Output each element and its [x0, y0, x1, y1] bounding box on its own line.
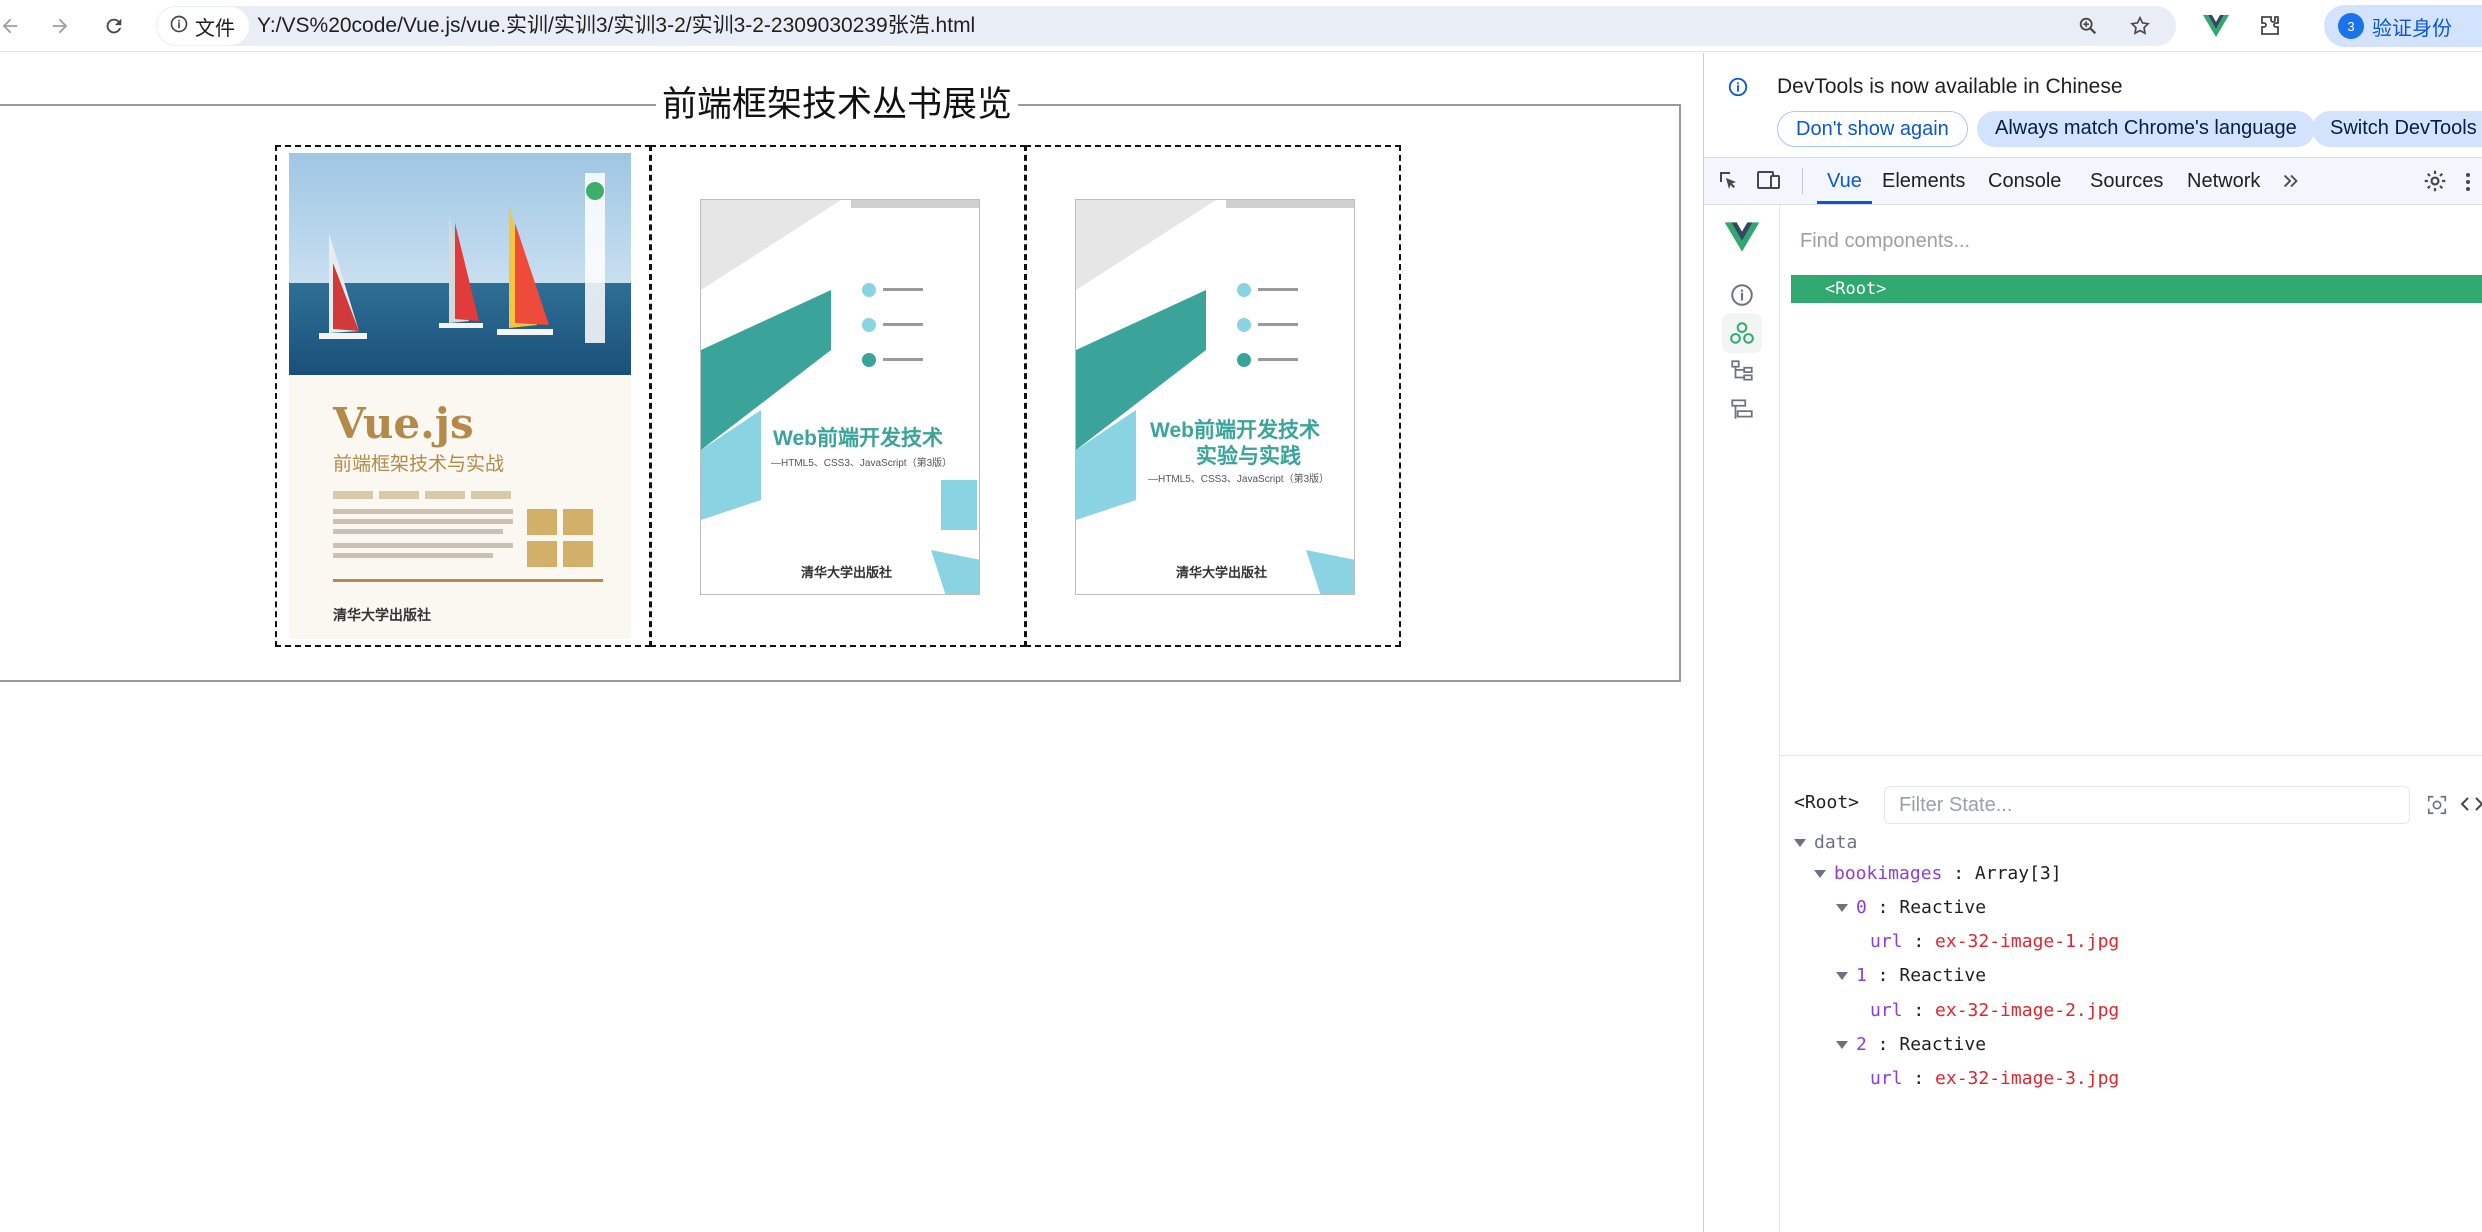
component-tree-icon[interactable]: [1722, 351, 1762, 391]
component-tree-root-row[interactable]: <Root>: [1791, 275, 2482, 303]
vue-logo-icon: [1722, 217, 1762, 257]
state-field-url[interactable]: url : ex-32-image-1.jpg: [1870, 930, 2119, 954]
page-viewport: 前端框架技术丛书展览 Vue.js 前端框架技术与实战 清华大学出版社 Web前…: [0, 53, 1703, 1232]
bookmark-star-icon[interactable]: [2126, 12, 2154, 40]
cover-title-line-2: 实验与实践: [1196, 445, 1301, 468]
banner-message: DevTools is now available in Chinese: [1777, 75, 2123, 98]
avatar: 3: [2338, 13, 2364, 39]
book-cell-2: Web前端开发技术 —HTML5、CSS3、JavaScript（第3版） 清华…: [650, 145, 1026, 647]
inspect-element-icon[interactable]: [1716, 168, 1740, 197]
settings-gear-icon[interactable]: [2422, 168, 2448, 199]
state-row-item-2[interactable]: 2 : Reactive: [1836, 1033, 1986, 1057]
extensions-puzzle-icon[interactable]: [2254, 10, 2286, 42]
cover-publisher: 清华大学出版社: [333, 607, 431, 623]
cover-text-blocks: [333, 491, 603, 582]
back-icon[interactable]: [0, 8, 28, 44]
dont-show-again-button[interactable]: Don't show again: [1777, 111, 1968, 147]
cover-subtitle: 前端框架技术与实战: [333, 453, 505, 475]
find-components-input[interactable]: [1788, 221, 2482, 261]
state-field-url[interactable]: url : ex-32-image-2.jpg: [1870, 999, 2119, 1023]
cover-subtitle: —HTML5、CSS3、JavaScript（第3版）: [771, 458, 953, 469]
state-section-data[interactable]: data: [1794, 831, 1857, 855]
site-info-chip[interactable]: 文件: [156, 6, 250, 46]
tab-sources[interactable]: Sources: [2090, 158, 2163, 204]
cover-publisher: 清华大学出版社: [1176, 565, 1268, 580]
tab-console[interactable]: Console: [1988, 158, 2061, 204]
cover-subtitle: —HTML5、CSS3、JavaScript（第3版）: [1148, 474, 1330, 485]
selected-component-tag: <Root>: [1794, 792, 1860, 813]
cover-graphic: [701, 200, 979, 594]
book-cover-image[interactable]: Web前端开发技术 —HTML5、CSS3、JavaScript（第3版） 清华…: [700, 199, 980, 595]
devtools-panel: DevTools is now available in Chinese Don…: [1703, 53, 2482, 1232]
url-text[interactable]: Y:/VS%20code/Vue.js/vue.实训/实训3/实训3-2/实训3…: [257, 6, 975, 46]
tab-network[interactable]: Network: [2187, 158, 2260, 204]
gallery-title: 前端框架技术丛书展览: [656, 85, 1019, 125]
book-cell-1: Vue.js 前端框架技术与实战 清华大学出版社: [275, 145, 651, 647]
profile-verify-button[interactable]: 3 验证身份: [2324, 5, 2482, 47]
always-match-language-button[interactable]: Always match Chrome's language: [1977, 111, 2315, 147]
inspect-dom-code-icon[interactable]: [2460, 792, 2482, 821]
reload-icon[interactable]: [96, 8, 132, 44]
sailboats-illustration: [319, 173, 605, 343]
state-row-item-1[interactable]: 1 : Reactive: [1836, 964, 1986, 988]
cover-publisher: 清华大学出版社: [801, 565, 893, 580]
book-cover-image[interactable]: Vue.js 前端框架技术与实战 清华大学出版社: [289, 153, 631, 639]
book-cover-image[interactable]: Web前端开发技术 实验与实践 —HTML5、CSS3、JavaScript（第…: [1075, 199, 1355, 595]
profile-label: 验证身份: [2372, 17, 2452, 40]
language-banner: DevTools is now available in Chinese Don…: [1704, 53, 2482, 157]
cover-graphic: [1076, 200, 1354, 594]
tab-elements[interactable]: Elements: [1882, 158, 1965, 204]
info-icon: [169, 14, 189, 39]
vue-devtools-sidebar: [1704, 205, 1780, 1232]
forward-icon[interactable]: [42, 8, 78, 44]
app-info-icon[interactable]: [1722, 275, 1762, 315]
scroll-to-component-icon[interactable]: [2426, 794, 2448, 821]
devtools-tab-bar: Vue Elements Console Sources Network: [1704, 157, 2482, 205]
book-cell-3: Web前端开发技术 实验与实践 —HTML5、CSS3、JavaScript（第…: [1025, 145, 1401, 647]
zoom-icon[interactable]: [2074, 12, 2102, 40]
tab-vue[interactable]: Vue: [1817, 158, 1872, 204]
browser-toolbar: 文件 Y:/VS%20code/Vue.js/vue.实训/实训3/实训3-2/…: [0, 0, 2482, 52]
address-bar[interactable]: 文件 Y:/VS%20code/Vue.js/vue.实训/实训3/实训3-2/…: [156, 6, 2176, 46]
filter-state-input[interactable]: [1884, 786, 2410, 824]
state-inspector: <Root> data bookimages : Array[3] 0 : Re…: [1780, 755, 2482, 1232]
more-tabs-chevron-icon[interactable]: [2280, 170, 2302, 197]
vue-devtools-extension-icon[interactable]: [2200, 10, 2232, 42]
info-icon: [1727, 76, 1749, 103]
cover-title: Web前端开发技术: [773, 427, 943, 450]
switch-devtools-language-button[interactable]: Switch DevTools t: [2312, 111, 2482, 147]
timeline-icon[interactable]: [1722, 389, 1762, 429]
state-row-item-0[interactable]: 0 : Reactive: [1836, 896, 1986, 920]
state-row-bookimages[interactable]: bookimages : Array[3]: [1814, 862, 2062, 886]
device-toolbar-icon[interactable]: [1756, 168, 1782, 197]
cover-title: Vue.js: [333, 399, 474, 448]
state-field-url[interactable]: url : ex-32-image-3.jpg: [1870, 1067, 2119, 1091]
components-icon[interactable]: [1722, 313, 1762, 353]
more-options-icon[interactable]: [2464, 170, 2472, 199]
site-chip-label: 文件: [195, 17, 235, 40]
